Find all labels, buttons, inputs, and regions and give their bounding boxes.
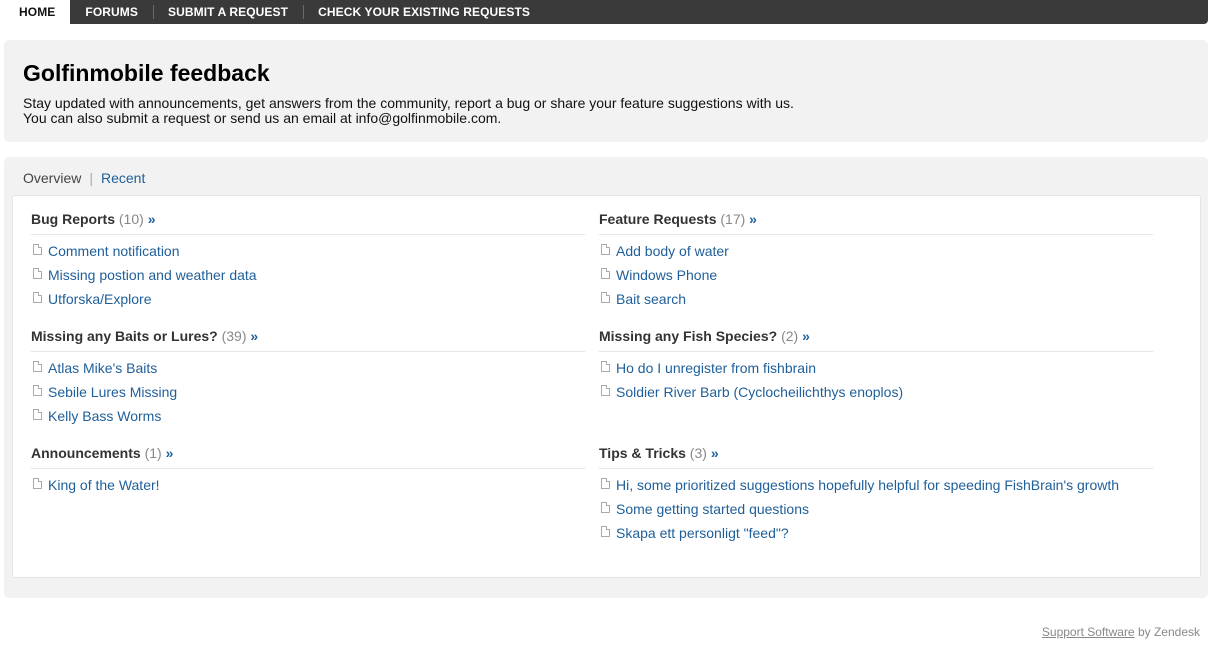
forum-list: Bug Reports (10) » Comment notification … — [12, 195, 1201, 578]
tab-home[interactable]: HOME — [4, 0, 71, 24]
topic-link[interactable]: Some getting started questions — [616, 501, 809, 517]
tab-check-requests[interactable]: CHECK YOUR EXISTING REQUESTS — [303, 0, 545, 24]
section-title[interactable]: Feature Requests — [599, 211, 716, 227]
section-count: (2) — [781, 328, 799, 344]
section-count: (17) — [720, 211, 746, 227]
topic-link[interactable]: Windows Phone — [616, 267, 717, 283]
document-icon — [601, 268, 610, 279]
section-header: Tips & Tricks (3) » — [599, 445, 1153, 469]
section-count: (3) — [689, 445, 707, 461]
section-more-link[interactable]: » — [250, 328, 258, 344]
topic-link[interactable]: Hi, some prioritized suggestions hopeful… — [616, 477, 1119, 493]
list-item: Sebile Lures Missing — [31, 384, 585, 408]
subnav-recent[interactable]: Recent — [101, 170, 145, 186]
document-icon — [601, 526, 610, 537]
list-item: Add body of water — [599, 243, 1153, 267]
topic-link[interactable]: Soldier River Barb (Cyclocheilichthys en… — [616, 384, 903, 400]
list-item: King of the Water! — [31, 477, 585, 501]
topic-link[interactable]: Atlas Mike's Baits — [48, 360, 157, 376]
section-feature-requests: Feature Requests (17) » Add body of wate… — [599, 211, 1153, 315]
page-description: Stay updated with announcements, get ans… — [23, 96, 794, 126]
section-header: Missing any Fish Species? (2) » — [599, 328, 1153, 352]
tab-forums[interactable]: FORUMS — [70, 0, 153, 24]
list-item: Kelly Bass Worms — [31, 408, 585, 432]
section-tips-tricks: Tips & Tricks (3) » Hi, some prioritized… — [599, 445, 1153, 549]
list-item: Atlas Mike's Baits — [31, 360, 585, 384]
section-title[interactable]: Missing any Baits or Lures? — [31, 328, 218, 344]
topic-link[interactable]: King of the Water! — [48, 477, 160, 493]
section-more-link[interactable]: » — [711, 445, 719, 461]
subnav-overview[interactable]: Overview — [23, 170, 81, 186]
topic-link[interactable]: Utforska/Explore — [48, 291, 151, 307]
topic-link[interactable]: Ho do I unregister from fishbrain — [616, 360, 816, 376]
list-item: Missing postion and weather data — [31, 267, 585, 291]
section-bug-reports: Bug Reports (10) » Comment notification … — [31, 211, 585, 315]
footer: Support Software by Zendesk — [1042, 625, 1200, 639]
document-icon — [33, 409, 42, 420]
topic-link[interactable]: Sebile Lures Missing — [48, 384, 177, 400]
section-missing-baits: Missing any Baits or Lures? (39) » Atlas… — [31, 328, 585, 432]
document-icon — [33, 361, 42, 372]
topic-link[interactable]: Add body of water — [616, 243, 729, 259]
section-title[interactable]: Tips & Tricks — [599, 445, 686, 461]
subnav-separator: | — [89, 170, 93, 186]
list-item: Bait search — [599, 291, 1153, 315]
document-icon — [601, 502, 610, 513]
list-item: Windows Phone — [599, 267, 1153, 291]
footer-suffix: by Zendesk — [1137, 625, 1200, 639]
section-header: Missing any Baits or Lures? (39) » — [31, 328, 585, 352]
topic-link[interactable]: Kelly Bass Worms — [48, 408, 161, 424]
section-header: Feature Requests (17) » — [599, 211, 1153, 235]
document-icon — [601, 244, 610, 255]
topic-link[interactable]: Comment notification — [48, 243, 180, 259]
support-software-link[interactable]: Support Software — [1042, 625, 1135, 639]
document-icon — [601, 385, 610, 396]
list-item: Skapa ett personligt "feed"? — [599, 525, 1153, 549]
header-panel: Golfinmobile feedback Stay updated with … — [4, 40, 1208, 142]
section-more-link[interactable]: » — [749, 211, 757, 227]
section-title[interactable]: Missing any Fish Species? — [599, 328, 777, 344]
document-icon — [601, 361, 610, 372]
page-title: Golfinmobile feedback — [23, 60, 270, 86]
list-item: Utforska/Explore — [31, 291, 585, 315]
list-item: Soldier River Barb (Cyclocheilichthys en… — [599, 384, 1153, 408]
document-icon — [601, 478, 610, 489]
section-title[interactable]: Bug Reports — [31, 211, 115, 227]
section-count: (1) — [144, 445, 162, 461]
document-icon — [33, 268, 42, 279]
subnav: Overview | Recent — [23, 170, 145, 186]
main-panel: Overview | Recent Bug Reports (10) » Comme… — [4, 157, 1208, 598]
section-more-link[interactable]: » — [148, 211, 156, 227]
section-header: Bug Reports (10) » — [31, 211, 585, 235]
tab-submit-request[interactable]: SUBMIT A REQUEST — [153, 0, 303, 24]
document-icon — [33, 244, 42, 255]
document-icon — [33, 385, 42, 396]
topic-link[interactable]: Bait search — [616, 291, 686, 307]
description-line-2: You can also submit a request or send us… — [23, 110, 502, 126]
document-icon — [33, 478, 42, 489]
document-icon — [33, 292, 42, 303]
section-announcements: Announcements (1) » King of the Water! — [31, 445, 585, 501]
section-count: (10) — [118, 211, 144, 227]
list-item: Some getting started questions — [599, 501, 1153, 525]
topic-link[interactable]: Skapa ett personligt "feed"? — [616, 525, 789, 541]
section-missing-fish: Missing any Fish Species? (2) » Ho do I … — [599, 328, 1153, 408]
section-more-link[interactable]: » — [802, 328, 810, 344]
list-item: Comment notification — [31, 243, 585, 267]
top-nav: HOME FORUMS SUBMIT A REQUEST CHECK YOUR … — [4, 0, 1208, 24]
topic-link[interactable]: Missing postion and weather data — [48, 267, 257, 283]
section-title[interactable]: Announcements — [31, 445, 141, 461]
list-item: Ho do I unregister from fishbrain — [599, 360, 1153, 384]
description-line-1: Stay updated with announcements, get ans… — [23, 95, 794, 111]
list-item: Hi, some prioritized suggestions hopeful… — [599, 477, 1153, 501]
section-count: (39) — [221, 328, 247, 344]
document-icon — [601, 292, 610, 303]
section-header: Announcements (1) » — [31, 445, 585, 469]
section-more-link[interactable]: » — [166, 445, 174, 461]
